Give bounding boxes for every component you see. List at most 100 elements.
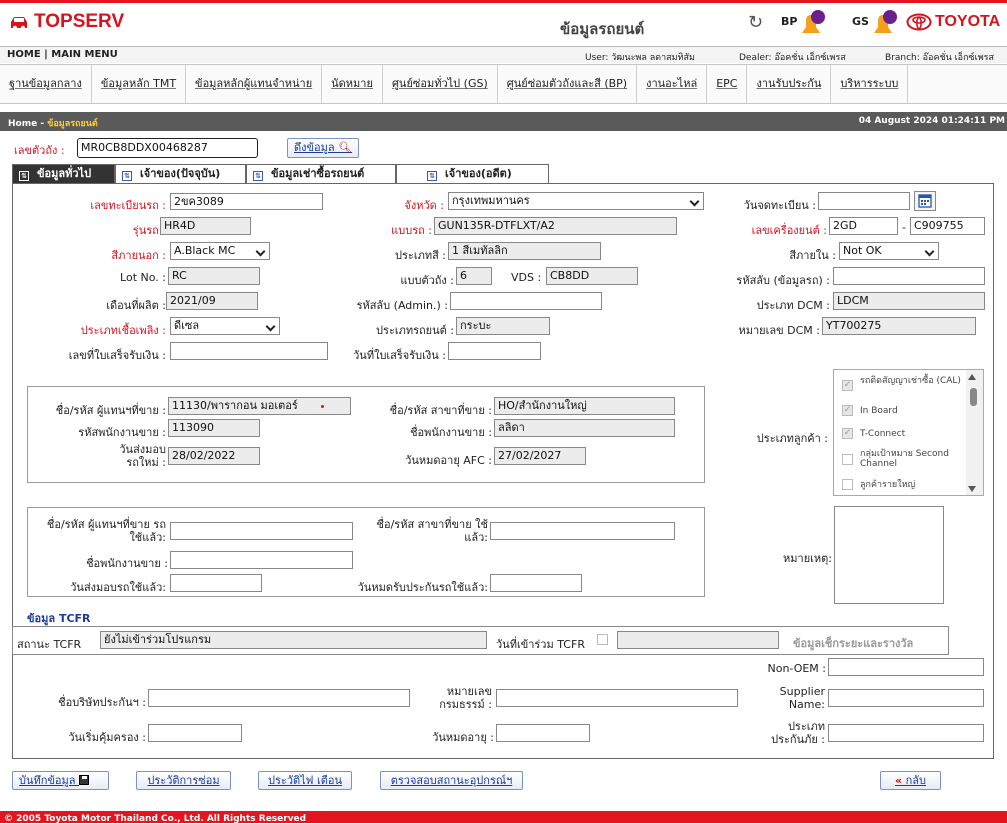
bp-label[interactable]: BP <box>781 15 797 28</box>
topserv-logo[interactable]: TOPSERV <box>8 11 124 33</box>
menu-item-admin[interactable]: บริหารระบบ <box>831 65 909 103</box>
tab-general[interactable]: ⇅ ข้อมูลทั่วไป <box>12 164 115 183</box>
repair-history-button[interactable]: ประวัติการซ่อม <box>136 771 231 790</box>
menu-item-central-db[interactable]: ฐานข้อมูลกลาง <box>0 65 92 103</box>
insurer-input[interactable] <box>148 689 410 707</box>
code-car-label: รหัสลับ (ข้อมูลรถ) : <box>736 274 830 287</box>
tcfr-join-checkbox[interactable] <box>597 634 608 645</box>
tab-past-owner[interactable]: ⇅ เจ้าของ(อดีต) <box>396 164 549 183</box>
non-oem-input[interactable] <box>828 658 984 676</box>
dealer-input[interactable]: 11130/พารากอน มอเตอร์ <box>168 397 351 415</box>
customer-type-label: ประเภทลูกค้า : <box>756 432 828 445</box>
lot-no-input[interactable]: RC <box>168 267 260 285</box>
policy-no-input[interactable] <box>496 689 738 707</box>
afc-expiry-input[interactable]: 27/02/2027 <box>494 447 586 465</box>
menu-item-appointment[interactable]: นัดหมาย <box>322 65 383 103</box>
home-main-menu-link[interactable]: HOME | MAIN MENU <box>7 49 118 60</box>
car-type-code-input[interactable]: GUN135R-DTFLXT/A2 <box>434 217 677 235</box>
vehicle-type-input[interactable]: กระบะ <box>456 317 550 335</box>
check-reward-link[interactable]: ข้อมูลเช็กระยะและรางวัล <box>793 634 913 652</box>
vin-input[interactable]: MR0CB8DDX00468287 <box>77 138 258 158</box>
staff-name-input[interactable]: ลลิดา <box>494 419 675 437</box>
code-admin-input[interactable] <box>450 292 602 310</box>
model-input[interactable]: HR4D <box>160 217 251 235</box>
cust-type-checkbox-tconnect[interactable]: ✓ <box>842 428 853 439</box>
branch-input[interactable]: HO/สำนักงานใหญ่ <box>494 397 675 415</box>
breadcrumb-home[interactable]: Home - <box>8 119 47 129</box>
save-button[interactable]: บันทึกข้อมูล <box>12 771 109 790</box>
insurance-type-input[interactable] <box>828 724 984 742</box>
mfg-month-input[interactable]: 2021/09 <box>166 292 258 310</box>
reg-date-input[interactable] <box>818 192 910 210</box>
breadcrumb: Home - ข้อมูลรถยนต์ 04 August 2024 01:24… <box>0 112 1007 131</box>
used-warranty-label: วันหมดรับประกันรถใช้แล้ว: <box>357 581 488 594</box>
staff-code-input[interactable]: 113090 <box>168 419 260 437</box>
customer-type-list[interactable] <box>833 369 984 496</box>
used-warranty-input[interactable] <box>490 574 582 592</box>
used-branch-input[interactable] <box>490 522 675 540</box>
fetch-data-button[interactable]: ดึงข้อมูล 🔍︎ <box>287 138 360 158</box>
used-branch-label: ชื่อ/รหัส สาขาที่ขาย ใช้ แล้ว: <box>360 518 488 544</box>
code-car-input[interactable] <box>833 267 985 285</box>
body-type-input[interactable]: 6 <box>456 267 492 285</box>
toyota-text: TOYOTA <box>935 13 1001 30</box>
cust-type-checkbox-second-channel[interactable] <box>842 454 853 465</box>
dealer-value: 11130/พารากอน มอเตอร์ <box>172 399 298 412</box>
receipt-no-input[interactable] <box>170 342 328 360</box>
back-button[interactable]: « กลับ <box>880 771 941 790</box>
tcfr-join-label: วันที่เข้าร่วม TCFR <box>496 638 585 651</box>
engine-no-input-1[interactable]: 2GD <box>829 217 898 235</box>
staff-name-label: ชื่อพนักงานขาย : <box>410 426 492 439</box>
scroll-thumb[interactable] <box>970 388 977 406</box>
supplier-input[interactable] <box>828 689 984 707</box>
warning-light-history-button[interactable]: ประวัติไฟ เตือน <box>258 771 352 790</box>
refresh-icon[interactable]: ↻ <box>748 12 763 33</box>
tcfr-status-input[interactable]: ยังไม่เข้าร่วมโปรแกรม <box>100 631 487 649</box>
used-staff-input[interactable] <box>170 551 353 569</box>
remark-textarea[interactable] <box>834 506 944 604</box>
vds-input[interactable]: CB8DD <box>546 267 638 285</box>
used-dealer-input[interactable] <box>170 522 353 540</box>
tab-current-owner[interactable]: ⇅ เจ้าของ(ปัจจุบัน) <box>115 164 246 183</box>
color-type-input[interactable]: 1 สีเมทัลลิก <box>448 242 601 260</box>
coverage-start-input[interactable] <box>148 724 242 742</box>
scroll-down-icon[interactable] <box>968 486 976 492</box>
insurance-type-label: ประเภท ประกันภัย : <box>740 720 825 746</box>
cust-type-checkbox-cal[interactable]: ✓ <box>842 380 853 391</box>
tab-hire-purchase[interactable]: ⇅ ข้อมูลเช่าซื้อรถยนต์ <box>246 164 396 183</box>
menu-item-bp[interactable]: ศูนย์ซ่อมตัวถังและสี (BP) <box>498 65 638 103</box>
engine-no-input-2[interactable]: C909755 <box>910 217 985 235</box>
gs-bell-icon[interactable] <box>870 9 898 39</box>
province-select[interactable]: กรุงเทพมหานคร <box>448 192 704 210</box>
used-delivery-input[interactable] <box>170 574 262 592</box>
int-color-select[interactable]: Not OK <box>839 242 939 260</box>
dcm-no-input[interactable]: YT700275 <box>822 317 976 335</box>
reg-no-input[interactable]: 2ขค3089 <box>170 193 323 210</box>
scroll-up-icon[interactable] <box>968 374 976 380</box>
calendar-icon[interactable] <box>914 191 936 211</box>
menu-item-dealer-master[interactable]: ข้อมูลหลักผู้แทนจำหน่าย <box>186 65 323 103</box>
non-oem-label: Non-OEM : <box>767 662 826 675</box>
fuel-select[interactable]: ดีเซล <box>170 317 280 335</box>
new-car-delivery-input[interactable]: 28/02/2022 <box>168 447 260 465</box>
gs-label[interactable]: GS <box>852 15 869 28</box>
engine-no-label: เลขเครื่องยนต์ : <box>751 224 827 237</box>
app-window: TOPSERV ข้อมูลรถยนต์ ↻ BP GS TOYOTA HOME… <box>0 0 1007 823</box>
ext-color-select[interactable]: A.Black MC <box>170 242 270 260</box>
bp-bell-icon[interactable] <box>798 9 826 39</box>
menu-item-tmt-master[interactable]: ข้อมูลหลัก TMT <box>92 65 187 103</box>
vds-label: VDS : <box>511 271 542 284</box>
cust-type-checkbox-inboard[interactable]: ✓ <box>842 405 853 416</box>
menu-item-parts[interactable]: งานอะไหล่ <box>637 65 708 103</box>
receipt-date-input[interactable] <box>448 342 541 360</box>
dcm-type-input[interactable]: LDCM <box>833 292 985 310</box>
coverage-expiry-label: วันหมดอายุ : <box>432 731 494 744</box>
menu-item-gs[interactable]: ศูนย์ซ่อมทั่วไป (GS) <box>383 65 498 103</box>
coverage-expiry-input[interactable] <box>496 724 590 742</box>
device-status-button[interactable]: ตรวจสอบสถานะอุปกรณ์ฯ <box>380 771 523 790</box>
tcfr-join-input[interactable] <box>617 631 779 649</box>
policy-no-label-line2: กรมธรรม์ : <box>439 698 492 711</box>
cust-type-checkbox-key-account[interactable] <box>842 479 853 490</box>
menu-item-warranty[interactable]: งานรับประกัน <box>747 65 832 103</box>
menu-item-epc[interactable]: EPC <box>707 65 748 103</box>
